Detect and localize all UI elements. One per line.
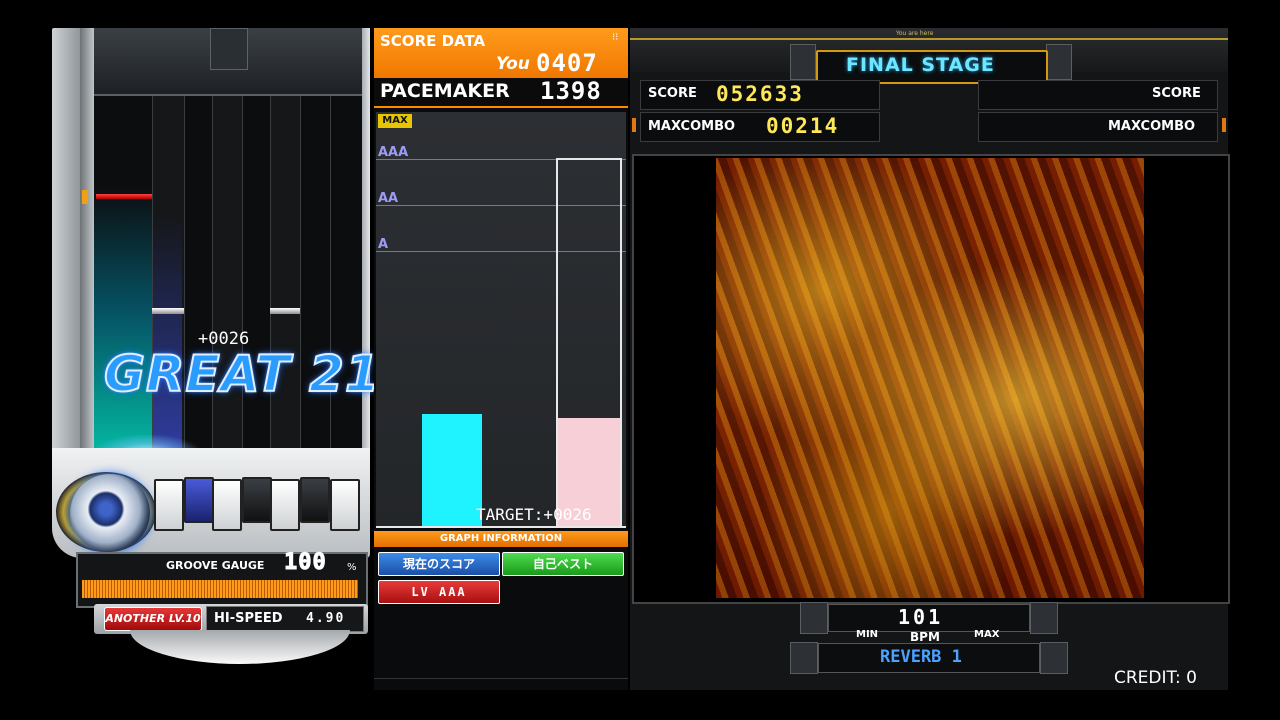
current-score-button[interactable]: 現在のスコア [378,552,500,576]
bpm-min-label: MIN [856,629,879,640]
lane-divider [270,96,271,468]
key-1 [154,479,184,531]
p2-score-label: SCORE [1152,86,1201,101]
lane-4 [212,96,242,468]
effect-bracket-left [790,642,818,674]
p1-score-value: 052633 [716,82,804,106]
graph-baseline [376,526,626,528]
lane-glow-cyan [94,186,152,468]
lane-divider [152,96,153,468]
grade-label-a: A [378,237,389,252]
playfield-frame-inner [80,28,94,458]
hud-side-light [632,118,636,132]
lane-divider [330,96,331,468]
groove-gauge-bar [82,580,358,598]
key-6 [300,477,330,523]
bpm-value: 101 [898,605,944,629]
p1-score-label: SCORE [648,86,697,101]
hispeed-label: HI-SPEED [214,611,283,626]
you-are-here-label: You are here [896,30,934,37]
p1-maxcombo-label: MAXCOMBO [648,119,736,134]
groove-gauge-label: GROOVE GAUGE [166,559,265,572]
you-label: You [496,54,530,74]
note [270,308,300,314]
effect-bracket-right [1040,642,1068,674]
hud-side-light [1222,118,1226,132]
score-data-title: SCORE DATA [380,32,486,50]
difficulty-badge: ANOTHER LV.10 [104,607,202,631]
panel-footer [374,678,628,691]
scratch-note [96,194,152,199]
note [152,308,184,314]
personal-best-button[interactable]: 自己ベスト [502,552,624,576]
lane-6 [270,96,300,468]
lane-divider [184,96,185,468]
graph-max-label: MAX [378,114,412,128]
groove-gauge-value: 100 [284,550,327,576]
note-lanes [94,96,362,468]
key-4 [242,477,272,523]
lv-aaa-button[interactable]: LV AAA [378,580,500,604]
playfield-cover-notch [210,28,248,70]
gauge-marker [82,190,88,204]
key-2 [184,477,214,523]
grade-label-aaa: AAA [378,145,409,160]
p2-maxcombo-label: MAXCOMBO [1108,119,1196,134]
credit-counter: CREDIT: 0 [1114,668,1197,688]
pacemaker-score: 1398 [540,77,602,105]
bpm-bracket-right [1030,602,1058,634]
lane-divider [242,96,243,468]
hispeed-value: 4.90 [306,611,346,626]
key-7 [330,479,360,531]
header-dots-icon: ⁝⁝ [612,32,619,43]
groove-gauge-unit: % [347,562,357,573]
lane-divider [212,96,213,468]
deck-bottom [130,630,350,664]
stage-title: FINAL STAGE [846,54,995,76]
key-5 [270,479,300,531]
lane-divider [300,96,301,468]
score-graph: MAX AAA AA A [376,112,626,528]
hud-bracket-right [1046,44,1072,80]
you-score: 0407 [536,49,598,77]
judgement-display: GREAT 214 [103,344,417,404]
lane-glow-blue [152,216,182,468]
background-video [716,158,1144,598]
p1-maxcombo-value: 00214 [766,114,840,138]
bpm-label: BPM [910,630,940,644]
graph-info-header: GRAPH INFORMATION [374,531,628,547]
key-3 [212,479,242,531]
hud-bracket-left [790,44,816,80]
grade-label-aa: AA [378,191,399,206]
hud-gold-line [630,38,1228,40]
you-score-bar [422,414,482,526]
judgement-text: GREAT [103,344,291,404]
effector-value: REVERB 1 [880,647,962,667]
bpm-bracket-left [800,602,828,634]
bpm-max-label: MAX [974,629,1000,640]
turntable-icon [70,474,150,552]
pacemaker-label: PACEMAKER [380,80,510,102]
target-text: TARGET:+0026 [476,505,592,524]
playfield-frame-left [52,28,82,458]
